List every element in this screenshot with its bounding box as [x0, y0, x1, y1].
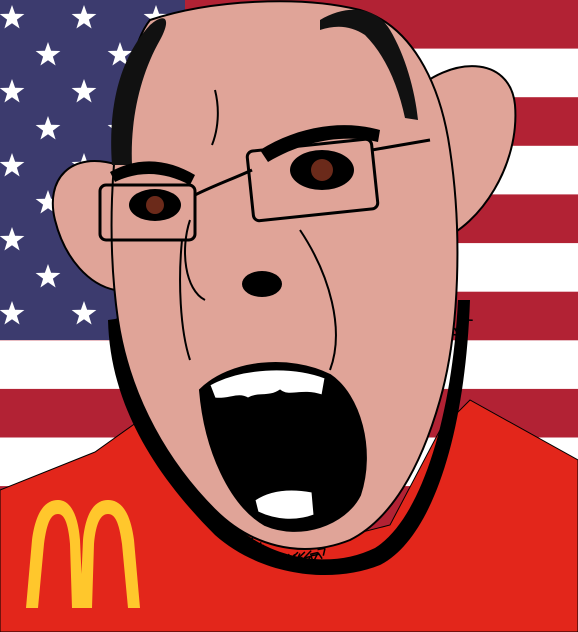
left-eye	[129, 189, 181, 221]
stubble-hair	[253, 540, 256, 549]
nostril	[242, 271, 282, 297]
stubble-hair	[281, 559, 284, 562]
meme-image	[0, 0, 578, 632]
right-eye	[290, 150, 354, 190]
